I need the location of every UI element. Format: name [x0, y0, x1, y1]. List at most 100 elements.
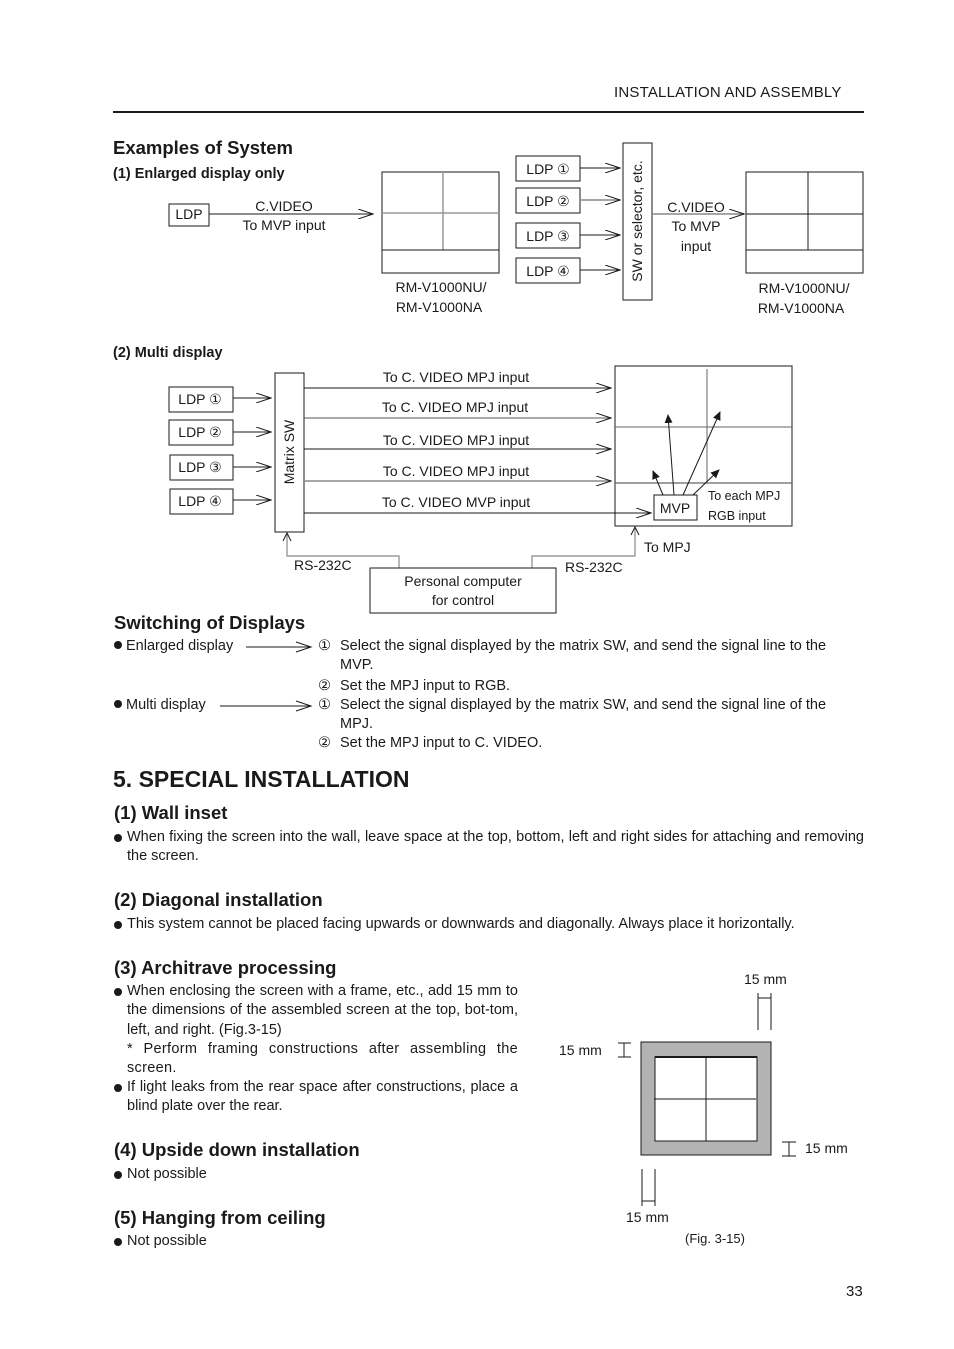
- ceiling-text: Not possible: [114, 1232, 514, 1251]
- matrix-output-2: To C. VIDEO MPJ input: [304, 399, 611, 418]
- screen-model-2b: RM-V1000NA: [758, 300, 845, 316]
- ldp-multi-1: LDP ①: [515, 155, 620, 182]
- paragraph-text: Not possible: [127, 1233, 207, 1249]
- wall-inset-text: When fixing the screen into the wall, le…: [114, 828, 864, 867]
- ldp-label: LDP: [175, 206, 202, 222]
- step-text: Select the signal displayed by the matri…: [340, 637, 865, 675]
- svg-text:LDP ④: LDP ④: [178, 493, 221, 509]
- matrix-output-3: To C. VIDEO MPJ input: [304, 432, 611, 449]
- dimension-left: [618, 1042, 631, 1058]
- mode-label: Enlarged display: [126, 638, 234, 654]
- mvp-note-2: RGB input: [708, 509, 766, 523]
- switching-title: Switching of Displays: [114, 612, 306, 633]
- svg-text:To C. VIDEO MPJ input: To C. VIDEO MPJ input: [382, 399, 528, 415]
- bullet-icon: [114, 921, 122, 929]
- dimension-top: [757, 993, 772, 1030]
- ldp-multi-2: LDP ②: [515, 187, 620, 214]
- step-text: Set the MPJ input to RGB.: [340, 678, 511, 694]
- svg-text:Matrix SW: Matrix SW: [281, 419, 297, 484]
- step-text: Set the MPJ input to C. VIDEO.: [340, 735, 543, 751]
- screen-unit-2: [745, 171, 864, 274]
- step-text-line: Select the signal displayed by the matri…: [340, 697, 827, 713]
- svg-text:To C. VIDEO MPJ input: To C. VIDEO MPJ input: [383, 463, 529, 479]
- step-text: Select the signal displayed by the matri…: [340, 696, 865, 734]
- figure-caption: (Fig. 3-15): [685, 1231, 745, 1246]
- signal-label-1: C.VIDEO: [255, 198, 313, 214]
- running-header: INSTALLATION AND ASSEMBLY: [614, 84, 842, 101]
- upside-down-title: (4) Upside down installation: [114, 1139, 360, 1160]
- step-text-line: Select the signal displayed by the matri…: [340, 638, 827, 654]
- paragraph-text: Not possible: [127, 1166, 207, 1182]
- multi-ldp-4: LDP ④: [169, 488, 271, 515]
- arrow-right-icon: [220, 700, 313, 712]
- signal-label-2: To MVP input: [242, 217, 325, 233]
- multi-display-diagram: LDP ① LDP ② LDP ③ LDP ④ Matrix SW To C. …: [168, 365, 793, 614]
- step-text-line: MPJ.: [340, 716, 374, 732]
- step-num: ②: [318, 735, 331, 751]
- paragraph-text: This system cannot be placed facing upwa…: [127, 916, 795, 932]
- matrix-output-1: To C. VIDEO MPJ input: [304, 369, 611, 388]
- step-text-line: MVP.: [340, 657, 374, 673]
- wall-inset-title: (1) Wall inset: [114, 802, 228, 823]
- paragraph-text: If light leaks from the rear space after…: [127, 1079, 518, 1115]
- diagonal-title: (2) Diagonal installation: [114, 889, 323, 910]
- dim-right-label: 15 mm: [805, 1140, 848, 1156]
- svg-text:LDP ②: LDP ②: [526, 193, 569, 209]
- arrow-right-icon: [246, 641, 313, 653]
- step-num: ①: [318, 697, 331, 713]
- dimension-right: [782, 1141, 796, 1157]
- architrave-text-2: If light leaks from the rear space after…: [114, 1078, 518, 1117]
- matrix-output-5: To C. VIDEO MVP input: [304, 494, 651, 513]
- dim-top-label: 15 mm: [744, 971, 787, 987]
- ceiling-title: (5) Hanging from ceiling: [114, 1207, 326, 1228]
- ldp-multi-4: LDP ④: [515, 257, 620, 284]
- step-num: ①: [318, 638, 331, 654]
- bullet-icon: [114, 1171, 122, 1179]
- bullet-icon: [114, 641, 122, 649]
- signal2-line3: input: [681, 238, 711, 254]
- bullet-icon: [114, 1084, 122, 1092]
- matrix-output-4: To C. VIDEO MPJ input: [304, 463, 611, 481]
- section-title: 5. SPECIAL INSTALLATION: [113, 766, 410, 792]
- screen-unit: [381, 171, 500, 274]
- page-number: 33: [846, 1283, 863, 1300]
- diagonal-text: This system cannot be placed facing upwa…: [114, 915, 864, 934]
- svg-text:LDP ①: LDP ①: [178, 391, 221, 407]
- enlarged-display-diagram: LDP C.VIDEO To MVP input RM-V1000NU/ RM-…: [168, 142, 864, 316]
- rs232-left-label: RS-232C: [294, 557, 352, 573]
- switch-mode-multi: Multi display: [114, 696, 206, 715]
- screen-model-1a: RM-V1000NU/: [395, 279, 486, 295]
- multi-subtitle: (2) Multi display: [113, 345, 223, 361]
- mvp-note-1: To each MPJ: [708, 489, 780, 503]
- svg-text:LDP ②: LDP ②: [178, 424, 221, 440]
- ldp-multi-3: LDP ③: [515, 222, 620, 249]
- dimension-bottom: [641, 1169, 656, 1206]
- svg-text:LDP ①: LDP ①: [526, 161, 569, 177]
- bullet-icon: [114, 834, 122, 842]
- signal2-line2: To MVP: [671, 218, 720, 234]
- paragraph-text: When enclosing the screen with a frame, …: [127, 983, 518, 1038]
- frame-figure: 15 mm 15 mm 15 mm 15 mm (Fig. 3-15): [559, 971, 848, 1246]
- svg-text:LDP ④: LDP ④: [526, 263, 569, 279]
- bullet-icon: [114, 700, 122, 708]
- screen-model-2a: RM-V1000NU/: [758, 280, 849, 296]
- paragraph-text: When fixing the screen into the wall, le…: [127, 829, 864, 865]
- multi-ldp-1: LDP ①: [168, 386, 271, 413]
- to-mpj-label: To MPJ: [644, 539, 691, 555]
- upside-down-text: Not possible: [114, 1165, 514, 1184]
- mode-label: Multi display: [126, 697, 206, 713]
- screen-model-1b: RM-V1000NA: [396, 299, 483, 315]
- pc-box: Personal computer for control: [369, 567, 557, 614]
- architrave-note: * Perform framing constructions after as…: [127, 1041, 518, 1077]
- selector-label: SW or selector, etc.: [629, 160, 645, 281]
- ldp-box: LDP: [168, 203, 210, 227]
- svg-text:To C. VIDEO MPJ input: To C. VIDEO MPJ input: [383, 369, 529, 385]
- rs232-right-label: RS-232C: [565, 559, 623, 575]
- svg-text:To C. VIDEO MVP input: To C. VIDEO MVP input: [382, 494, 530, 510]
- mvp-box: MVP: [653, 494, 698, 521]
- selector-box: SW or selector, etc.: [622, 142, 653, 301]
- svg-text:To C. VIDEO MPJ input: To C. VIDEO MPJ input: [383, 432, 529, 448]
- svg-text:for control: for control: [432, 592, 494, 608]
- bullet-icon: [114, 988, 122, 996]
- bullet-icon: [114, 1238, 122, 1246]
